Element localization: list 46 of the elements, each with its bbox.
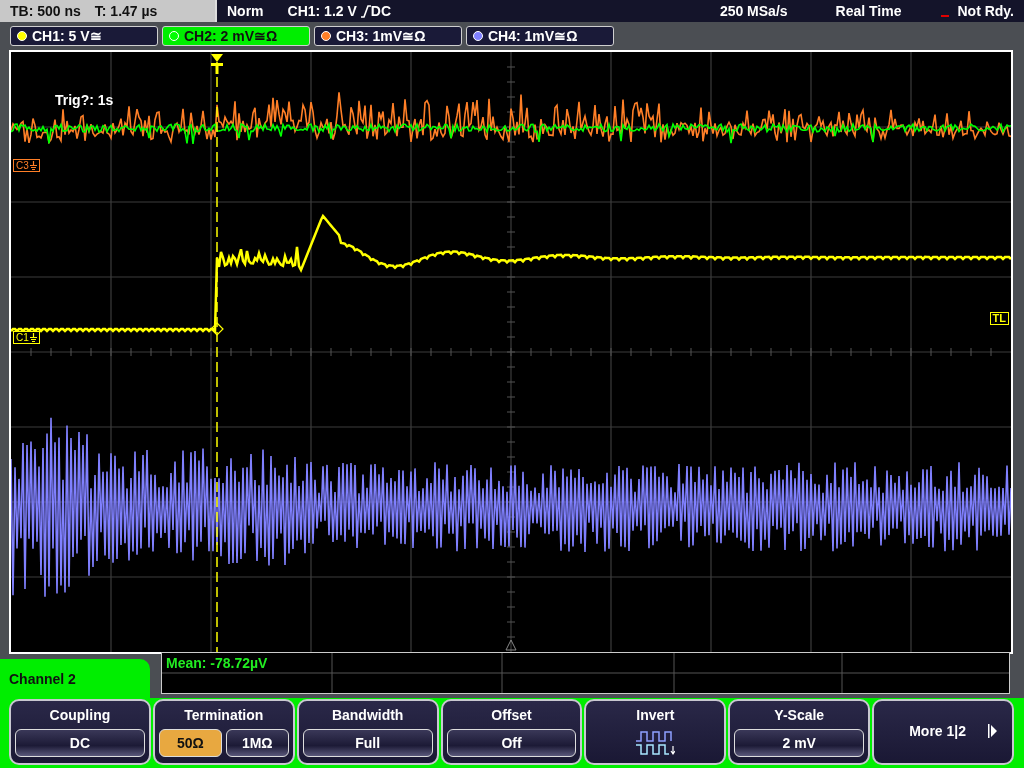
softkey-title: Termination <box>184 707 264 723</box>
trigger-coupling-label: DC <box>370 3 392 19</box>
trigger-position-icon <box>211 54 223 74</box>
softkey-title: Coupling <box>49 707 111 723</box>
trigger-mode-label: Norm <box>227 3 264 19</box>
channel-tab[interactable]: CH3: 1mV≅Ω <box>314 26 462 46</box>
invert-waveform-icon <box>635 729 676 757</box>
next-page-icon <box>988 724 997 738</box>
ground-icon <box>29 161 37 170</box>
option-button[interactable]: Off <box>446 729 577 757</box>
softkey-title: Bandwidth <box>331 707 404 723</box>
softkey[interactable]: Y-Scale 2 mV <box>728 699 871 765</box>
option-button[interactable]: 1MΩ <box>225 729 289 757</box>
softkey-title: Invert <box>636 707 675 723</box>
more-label: More 1|2 <box>909 723 966 739</box>
trigger-time-label: T: 1.47 µs <box>94 3 158 19</box>
rising-edge-icon <box>360 4 371 18</box>
softkey[interactable]: Offset Off <box>440 699 583 765</box>
acquisition-mode-label: Real Time <box>835 3 902 19</box>
measurement-value: Mean: -78.72µV <box>166 655 268 671</box>
trigger-point-icon <box>210 322 224 336</box>
acquisition-state-label: Not Rdy. <box>957 3 1014 19</box>
softkey-title: Y-Scale <box>774 707 825 723</box>
option-button[interactable]: 2 mV <box>734 729 865 757</box>
channel-marker[interactable]: C3 <box>13 159 40 172</box>
channel-tab[interactable]: CH1: 5 V≅ <box>10 26 158 46</box>
softkey[interactable]: Invert <box>584 699 727 765</box>
softkey[interactable]: Coupling DC <box>9 699 151 765</box>
ground-icon <box>29 333 37 342</box>
option-button[interactable]: Full <box>302 729 433 757</box>
softkey[interactable]: More 1|2 <box>872 699 1014 765</box>
sample-rate-label: 250 MSa/s <box>719 3 788 19</box>
channel-tab[interactable]: CH2: 2 mV≅Ω <box>162 26 310 46</box>
softkey-title: Offset <box>491 707 532 723</box>
channel-marker[interactable]: TL <box>989 312 1009 325</box>
option-button[interactable]: 50Ω <box>158 729 222 757</box>
softkey[interactable]: Bandwidth Full <box>296 699 439 765</box>
trigger-source-label: CH1: 1.2 V <box>287 3 357 19</box>
softkey[interactable]: Termination 50Ω 1MΩ <box>152 699 295 765</box>
status-indicator <box>941 15 950 17</box>
channel-marker[interactable]: C1 <box>13 331 40 344</box>
option-button[interactable]: DC <box>15 729 145 757</box>
center-marker-icon <box>505 639 517 651</box>
timebase-label: TB: 500 ns <box>10 3 81 19</box>
channel-tab[interactable]: CH4: 1mV≅Ω <box>466 26 614 46</box>
trigger-countdown: Trig?: 1s <box>55 92 114 108</box>
